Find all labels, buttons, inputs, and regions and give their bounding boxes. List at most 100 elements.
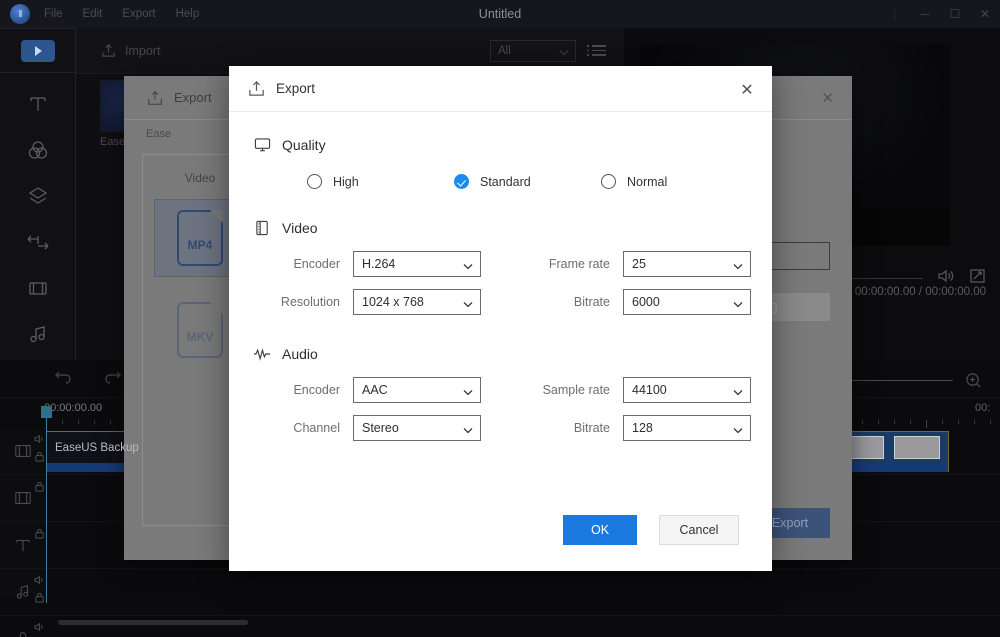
- dialog-title: Export: [276, 81, 315, 96]
- ok-button[interactable]: OK: [563, 515, 637, 545]
- field-video-encoder: Encoder H.264: [253, 251, 523, 277]
- text-icon: [14, 536, 32, 554]
- background-export-close-icon[interactable]: ✕: [821, 89, 834, 107]
- clip-label: EaseUS Backup: [55, 442, 139, 454]
- video-encoder-select[interactable]: H.264: [353, 251, 481, 277]
- track-header-video-1[interactable]: [0, 428, 46, 475]
- timeline-horizontal-scrollbar[interactable]: [58, 620, 248, 625]
- zoom-in-icon[interactable]: [965, 372, 982, 389]
- chevron-down-icon: [463, 423, 473, 437]
- sidebar-item-audio[interactable]: [23, 319, 53, 349]
- sidebar-item-filters[interactable]: [23, 135, 53, 165]
- track-header-text[interactable]: [0, 522, 46, 569]
- lock-icon[interactable]: [34, 528, 45, 539]
- timeline-zoom-slider[interactable]: [835, 380, 953, 381]
- mp4-file-icon: MP4: [177, 210, 223, 266]
- sidebar-item-transitions[interactable]: [23, 227, 53, 257]
- import-icon: [100, 42, 117, 59]
- chevron-down-icon: [559, 47, 569, 59]
- play-video-icon: [21, 40, 55, 62]
- audio-encoder-select[interactable]: AAC: [353, 377, 481, 403]
- sidebar-item-video[interactable]: [0, 28, 75, 73]
- timeline-end-time: 00:: [975, 402, 990, 414]
- sidebar-item-text[interactable]: [23, 89, 53, 119]
- sidebar-item-overlays[interactable]: [23, 181, 53, 211]
- monitor-icon: [253, 136, 271, 154]
- video-section-label: Video: [282, 220, 318, 236]
- dialog-close-icon[interactable]: ✕: [736, 79, 758, 101]
- preview-timecode: 00:00:00.00 / 00:00:00.00: [855, 286, 986, 298]
- sample-rate-select[interactable]: 44100: [623, 377, 751, 403]
- channel-select[interactable]: Stereo: [353, 415, 481, 441]
- sidebar-item-media[interactable]: [23, 273, 53, 303]
- quality-radio-group: High Standard Normal: [253, 174, 748, 189]
- menu-item-export[interactable]: Export: [122, 8, 155, 20]
- list-view-icon[interactable]: [592, 45, 606, 56]
- cancel-button[interactable]: Cancel: [659, 515, 739, 545]
- field-label: Encoder: [253, 383, 353, 397]
- field-sample-rate: Sample rate 44100: [523, 377, 793, 403]
- dialog-titlebar: Export ✕: [229, 66, 772, 112]
- lock-icon[interactable]: [34, 451, 45, 462]
- layers-icon: [27, 185, 49, 207]
- import-label: Import: [125, 44, 160, 58]
- text-icon: [27, 93, 49, 115]
- resolution-select[interactable]: 1024 x 768: [353, 289, 481, 315]
- video-bitrate-select[interactable]: 6000: [623, 289, 751, 315]
- mute-icon[interactable]: [34, 575, 45, 585]
- frame-rate-select[interactable]: 25: [623, 251, 751, 277]
- quality-section-header: Quality: [253, 136, 748, 154]
- quality-option-high[interactable]: High: [307, 174, 454, 189]
- radio-icon: [601, 174, 616, 189]
- export-settings-dialog: Export ✕ Quality High Standard: [229, 66, 772, 571]
- maximize-icon[interactable]: ☐: [940, 0, 970, 28]
- background-export-breadcrumb: Ease: [146, 128, 171, 140]
- field-value: AAC: [362, 383, 388, 397]
- radio-checked-icon: [454, 174, 469, 189]
- track-header-voiceover[interactable]: [0, 616, 46, 637]
- audio-section-label: Audio: [282, 346, 318, 362]
- track-lane-music[interactable]: [46, 569, 1000, 616]
- field-label: Channel: [253, 421, 353, 435]
- film-icon: [13, 442, 33, 460]
- film-strip-icon: [253, 219, 271, 237]
- track-headers: [0, 428, 46, 597]
- mute-icon[interactable]: [34, 622, 45, 632]
- quality-option-high-label: High: [333, 175, 359, 189]
- audio-bitrate-select[interactable]: 128: [623, 415, 751, 441]
- menu-item-edit[interactable]: Edit: [83, 8, 103, 20]
- mute-icon[interactable]: [34, 434, 45, 444]
- track-header-music[interactable]: [0, 569, 46, 616]
- field-label: Encoder: [253, 257, 353, 271]
- lock-icon[interactable]: [34, 481, 45, 492]
- field-video-bitrate: Bitrate 6000: [523, 289, 793, 315]
- more-options-icon[interactable]: ⋮: [880, 0, 910, 28]
- track-header-video-2[interactable]: [0, 475, 46, 522]
- redo-icon[interactable]: [102, 368, 124, 386]
- minimize-icon[interactable]: ─: [910, 0, 940, 28]
- field-value: 25: [632, 257, 646, 271]
- close-icon[interactable]: ✕: [970, 0, 1000, 28]
- field-channel: Channel Stereo: [253, 415, 523, 441]
- playhead[interactable]: [46, 412, 47, 603]
- waveform-icon: [253, 345, 271, 363]
- dialog-footer: OK Cancel: [229, 489, 772, 571]
- field-value: Stereo: [362, 421, 399, 435]
- import-button[interactable]: Import: [100, 42, 160, 59]
- field-value: 44100: [632, 383, 667, 397]
- chevron-down-icon: [463, 259, 473, 273]
- tool-rail: [0, 28, 76, 360]
- lock-icon[interactable]: [34, 592, 45, 603]
- media-filter-select[interactable]: All: [490, 40, 576, 62]
- field-value: 6000: [632, 295, 660, 309]
- mkv-file-icon: MKV: [177, 302, 223, 358]
- menu-item-help[interactable]: Help: [176, 8, 200, 20]
- quality-option-normal[interactable]: Normal: [601, 174, 748, 189]
- quality-option-standard[interactable]: Standard: [454, 174, 601, 189]
- menu-item-file[interactable]: File: [44, 8, 63, 20]
- field-value: H.264: [362, 257, 395, 271]
- field-audio-bitrate: Bitrate 128: [523, 415, 793, 441]
- title-bar: ⦀ File Edit Export Help Untitled ⋮ ─ ☐ ✕: [0, 0, 1000, 28]
- radio-icon: [307, 174, 322, 189]
- undo-icon[interactable]: [52, 368, 74, 386]
